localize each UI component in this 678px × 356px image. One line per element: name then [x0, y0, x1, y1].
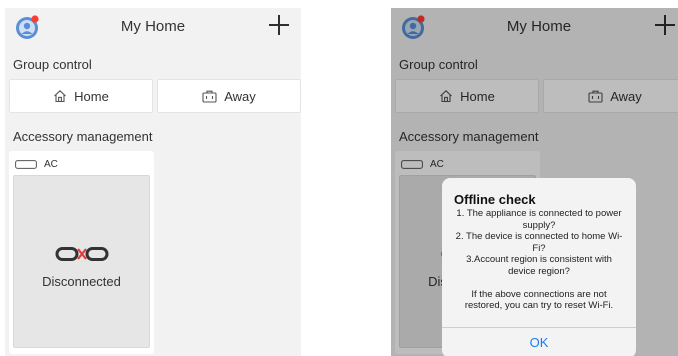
- home-icon: [54, 90, 67, 103]
- accessory-status-panel[interactable]: Disconnected: [13, 175, 150, 348]
- dialog-title: Offline check: [454, 192, 536, 207]
- dialog-note: If the above connections are not restore…: [464, 288, 614, 312]
- dialog-item-3: 3.Account region is consistent with devi…: [466, 254, 612, 277]
- page-title: My Home: [120, 18, 186, 35]
- offline-check-dialog: Offline check 1. The appliance is connec…: [442, 178, 636, 356]
- group-control-buttons: Home Away: [9, 79, 301, 113]
- accessory-name: AC: [44, 158, 58, 170]
- away-mode-label: Away: [224, 88, 256, 104]
- ac-unit-icon: [15, 159, 37, 169]
- accessory-card-ac[interactable]: AC Disconnected: [9, 151, 154, 354]
- dialog-item-1: 1. The appliance is connected to power s…: [456, 208, 622, 231]
- top-bar: My Home: [5, 8, 301, 46]
- home-mode-label: Home: [74, 88, 109, 104]
- ok-button[interactable]: OK: [442, 327, 636, 356]
- add-icon[interactable]: [265, 11, 293, 39]
- accessory-header: AC: [15, 158, 58, 170]
- home-mode-button[interactable]: Home: [9, 79, 153, 113]
- disconnected-icon: [55, 247, 109, 261]
- accessory-management-label: Accessory management: [13, 129, 153, 144]
- dialog-body: 1. The appliance is connected to power s…: [452, 208, 626, 312]
- home-screen: My Home Group control Home Away Accessor…: [5, 8, 301, 356]
- dialog-item-2: 2. The device is connected to home Wi-Fi…: [455, 231, 623, 254]
- group-control-label: Group control: [13, 57, 92, 72]
- suitcase-icon: [202, 90, 217, 103]
- home-screen-with-dialog: My Home Group control Home Away Accessor…: [391, 8, 678, 356]
- away-mode-button[interactable]: Away: [157, 79, 301, 113]
- connection-status: Disconnected: [42, 274, 121, 289]
